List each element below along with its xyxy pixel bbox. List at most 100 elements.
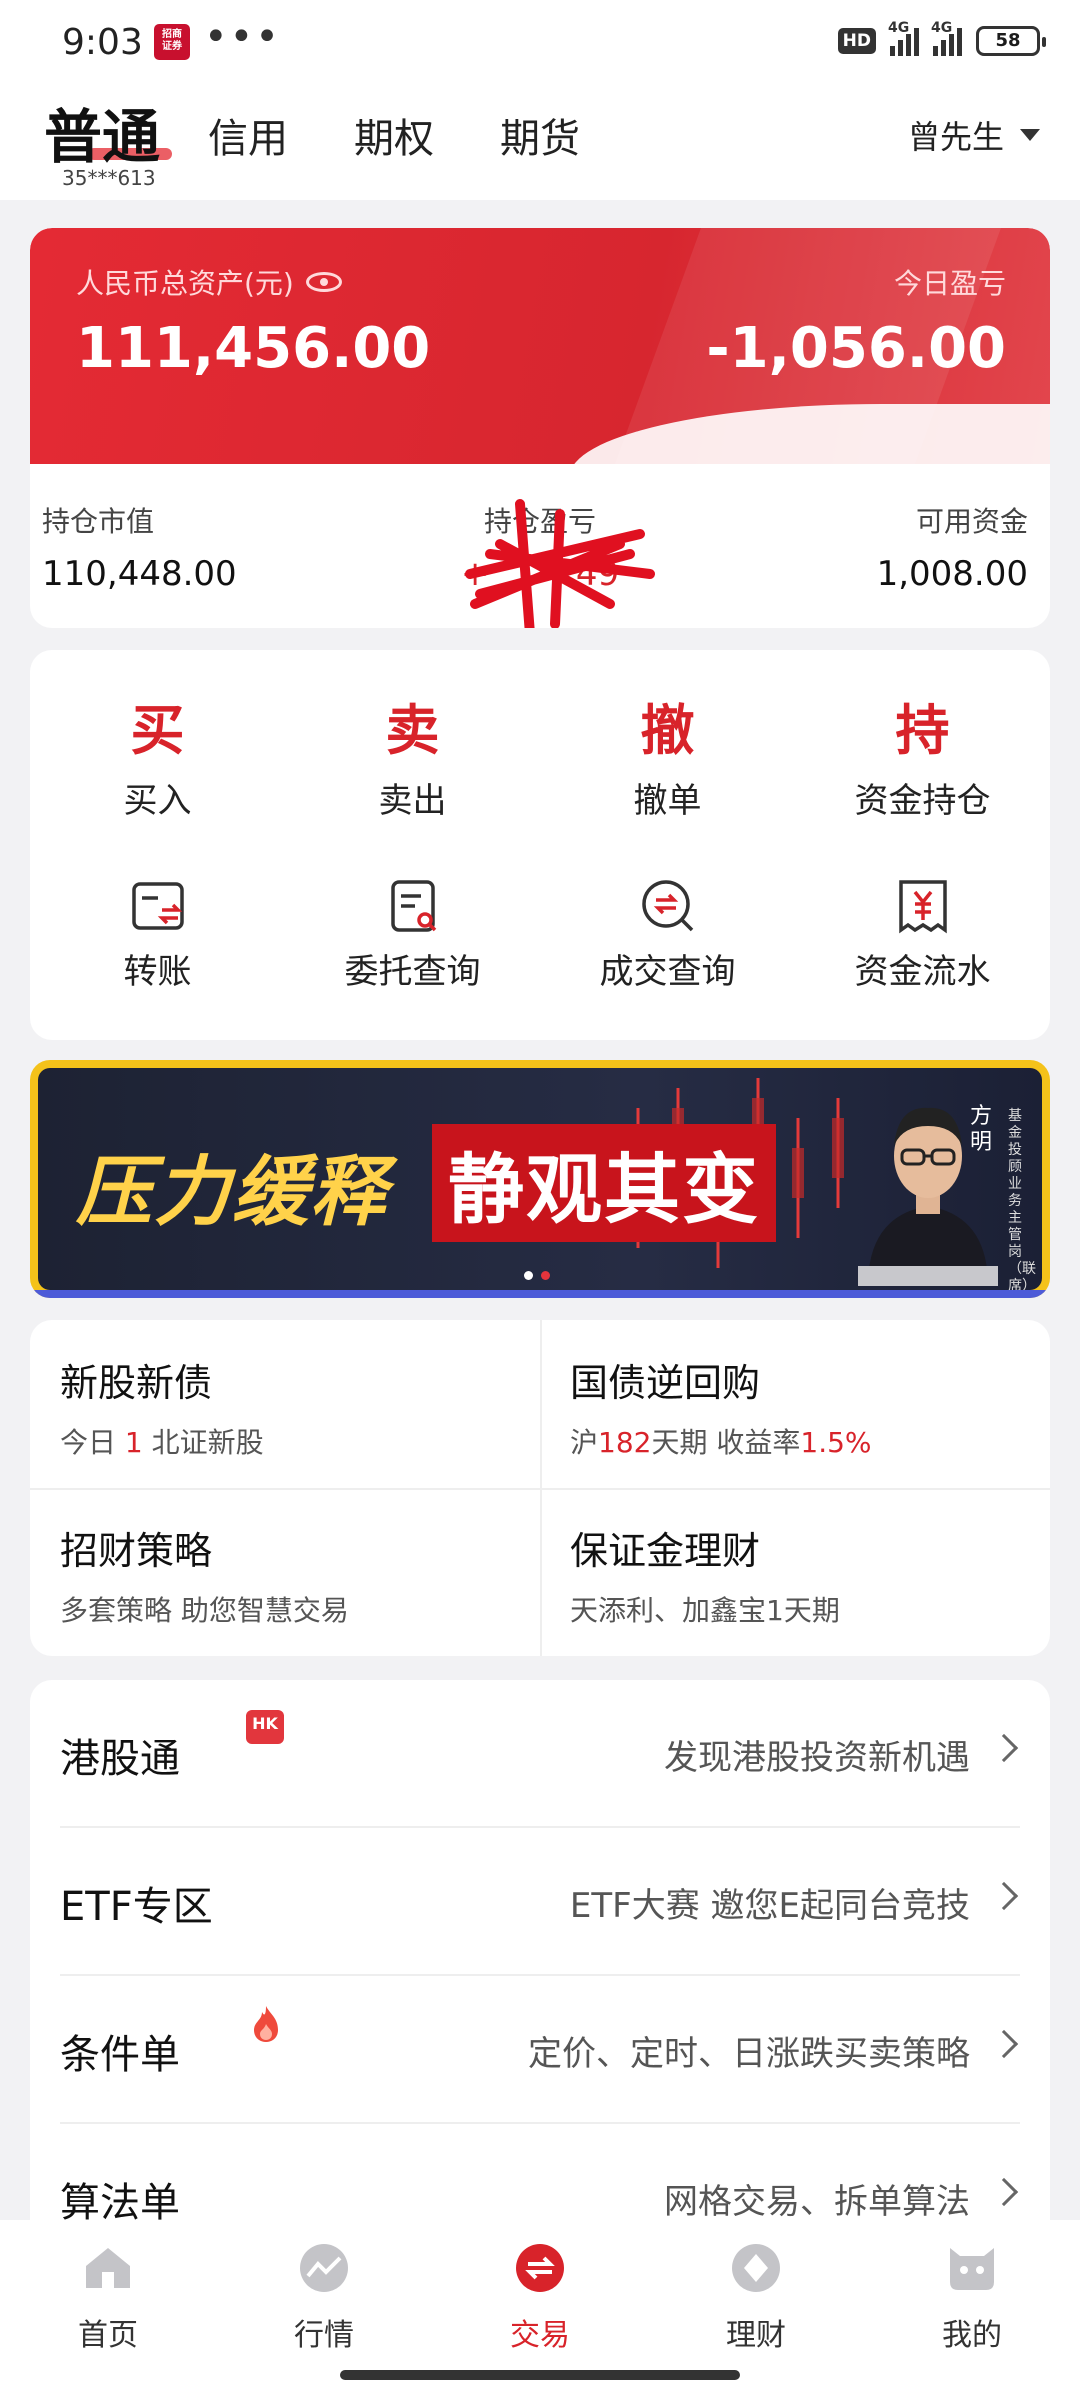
buy-button[interactable]: 买 买入 [30, 686, 285, 822]
feature-subtitle: 沪182天期 收益率1.5% [570, 1426, 872, 1459]
total-assets-value: 111,456.00 [76, 316, 431, 381]
home-indicator[interactable] [340, 2370, 740, 2380]
trade-page: 9:03 招商 证券 ••• HD 4G 4G 58 普通 35***613 信用… [0, 0, 1080, 2400]
feature-title: 保证金理财 [570, 1529, 761, 1573]
order-query-button[interactable]: 委托查询 [285, 876, 540, 993]
promo-banner[interactable]: 压力缓释 静观其变 方明 基金投顾业务主管岗（联席） [30, 1060, 1050, 1298]
list-item-etf[interactable]: ETF专区 ETF大赛 邀您E起同台竞技 [60, 1828, 1020, 1976]
position-value: 110,448.00 [42, 554, 237, 594]
status-bar: 9:03 招商 证券 ••• HD 4G 4G 58 [0, 0, 1080, 90]
profile-icon [950, 2248, 994, 2290]
tab-credit[interactable]: 信用 [208, 106, 288, 164]
available-funds-value: 1,008.00 [876, 554, 1028, 594]
battery-icon: 58 [976, 26, 1046, 56]
hd-icon: HD [837, 28, 876, 54]
cancel-label: 撤单 [633, 781, 702, 821]
sell-button[interactable]: 卖 卖出 [285, 686, 540, 822]
total-assets-label: 人民币总资产(元) [76, 267, 294, 300]
list-item-desc: ETF大赛 邀您E起同台竞技 [569, 1886, 970, 1926]
list-item-hk-connect[interactable]: 港股通 HK 发现港股投资新机遇 [60, 1680, 1020, 1828]
list-item-label: 港股通 [60, 1736, 180, 1782]
service-list: 港股通 HK 发现港股投资新机遇 ETF专区 ETF大赛 邀您E起同台竞技 条件… [30, 1680, 1050, 2220]
sell-label: 卖出 [378, 781, 447, 821]
deal-query-label: 成交查询 [599, 952, 736, 992]
nav-label: 交易 [510, 2318, 570, 2353]
asset-summary-card[interactable]: 人民币总资产(元) 111,456.00 今日盈亏 -1,056.00 持仓市值… [30, 228, 1050, 628]
network-label: 4G [888, 20, 910, 36]
banner-title-2: 静观其变 [448, 1145, 760, 1234]
user-name: 曾先生 [907, 118, 1004, 156]
feature-grid: 新股新债 今日 1 北证新股 国债逆回购 沪182天期 收益率1.5% 招财策略… [30, 1320, 1050, 1656]
list-item-desc: 网格交易、拆单算法 [664, 2182, 970, 2220]
home-icon [86, 2248, 130, 2288]
nav-market[interactable]: 行情 [244, 2242, 404, 2354]
nav-home[interactable]: 首页 [28, 2242, 188, 2354]
wealth-icon [732, 2244, 780, 2292]
buy-glyph: 买 [130, 698, 185, 762]
tab-normal[interactable]: 普通 [44, 90, 160, 174]
tab-options[interactable]: 期权 [354, 106, 434, 164]
list-item-conditional-order[interactable]: 条件单 定价、定时、日涨跌买卖策略 [60, 1976, 1020, 2124]
app-notification-icon: 招商 证券 [154, 24, 190, 60]
feature-subtitle: 今日 1 北证新股 [60, 1426, 264, 1459]
transfer-label: 转账 [123, 952, 192, 992]
nav-label: 我的 [942, 2318, 1002, 2353]
fire-icon [254, 2006, 278, 2042]
banner-title-1: 压力缓释 [76, 1147, 388, 1236]
order-query-label: 委托查询 [344, 952, 481, 992]
presenter-name: 方明 [970, 1104, 993, 1155]
banner-title-2-box: 静观其变 [432, 1124, 776, 1242]
carousel-indicator [524, 1271, 550, 1280]
hk-badge-icon: HK [246, 1710, 284, 1744]
nav-profile[interactable]: 我的 [892, 2242, 1052, 2354]
eye-icon[interactable] [305, 272, 342, 292]
transfer-icon [131, 882, 184, 930]
cancel-order-button[interactable]: 撤 撤单 [540, 686, 795, 822]
position-value-label: 持仓市值 [42, 505, 155, 538]
account-number: 35***613 [62, 166, 156, 190]
nav-wealth[interactable]: 理财 [676, 2242, 836, 2354]
feature-reverse-repo[interactable]: 国债逆回购 沪182天期 收益率1.5% [540, 1320, 1050, 1488]
nav-label: 理财 [726, 2318, 786, 2353]
chevron-down-icon [1020, 129, 1040, 141]
nav-label: 首页 [78, 2318, 138, 2353]
buy-label: 买入 [123, 781, 192, 821]
trade-icon [516, 2244, 564, 2292]
positions-button[interactable]: 持 资金持仓 [795, 686, 1050, 822]
available-funds-stat: 可用资金 1,008.00 [877, 500, 1028, 594]
feature-title: 新股新债 [60, 1361, 213, 1405]
feature-ipo[interactable]: 新股新债 今日 1 北证新股 [30, 1320, 540, 1488]
fund-flow-button[interactable]: 资金流水 [795, 876, 1050, 993]
positions-label: 资金持仓 [854, 781, 991, 821]
fund-flow-icon [898, 880, 947, 934]
account-type-header: 普通 35***613 信用 期权 期货 曾先生 [0, 90, 1080, 200]
tab-futures[interactable]: 期货 [500, 106, 580, 164]
deal-query-button[interactable]: 成交查询 [540, 876, 795, 993]
transfer-button[interactable]: 转账 [30, 876, 285, 993]
status-time: 9:03 [62, 22, 143, 63]
nav-trade[interactable]: 交易 [460, 2242, 620, 2354]
total-assets-label-row: 人民币总资产(元) [76, 262, 342, 302]
signal-icon: 4G [931, 20, 962, 56]
feature-subtitle: 多套策略 助您智慧交易 [60, 1594, 349, 1627]
nav-label: 行情 [294, 2318, 354, 2353]
chevron-right-icon [989, 2029, 1019, 2059]
feature-subtitle: 天添利、加鑫宝1天期 [570, 1594, 840, 1627]
signal-icon: 4G [888, 20, 919, 56]
feature-margin-wealth[interactable]: 保证金理财 天添利、加鑫宝1天期 [540, 1488, 1050, 1656]
chevron-right-icon [989, 1733, 1019, 1763]
position-value-stat: 持仓市值 110,448.00 [42, 500, 237, 594]
list-item-label: 算法单 [60, 2180, 180, 2220]
user-switcher[interactable]: 曾先生 [908, 112, 1040, 158]
list-item-label: ETF专区 [60, 1884, 213, 1930]
chevron-right-icon [989, 2177, 1019, 2207]
feature-strategy[interactable]: 招财策略 多套策略 助您智慧交易 [30, 1488, 540, 1656]
feature-title: 国债逆回购 [570, 1361, 761, 1405]
more-notifications-icon: ••• [204, 14, 281, 60]
list-item-label: 条件单 [60, 2032, 180, 2078]
list-item-desc: 定价、定时、日涨跌买卖策略 [528, 2034, 970, 2074]
order-query-icon [390, 880, 436, 932]
today-pl-value: -1,056.00 [706, 316, 1006, 381]
cancel-glyph: 撤 [640, 698, 695, 762]
list-item-algo-order[interactable]: 算法单 网格交易、拆单算法 [60, 2124, 1020, 2220]
